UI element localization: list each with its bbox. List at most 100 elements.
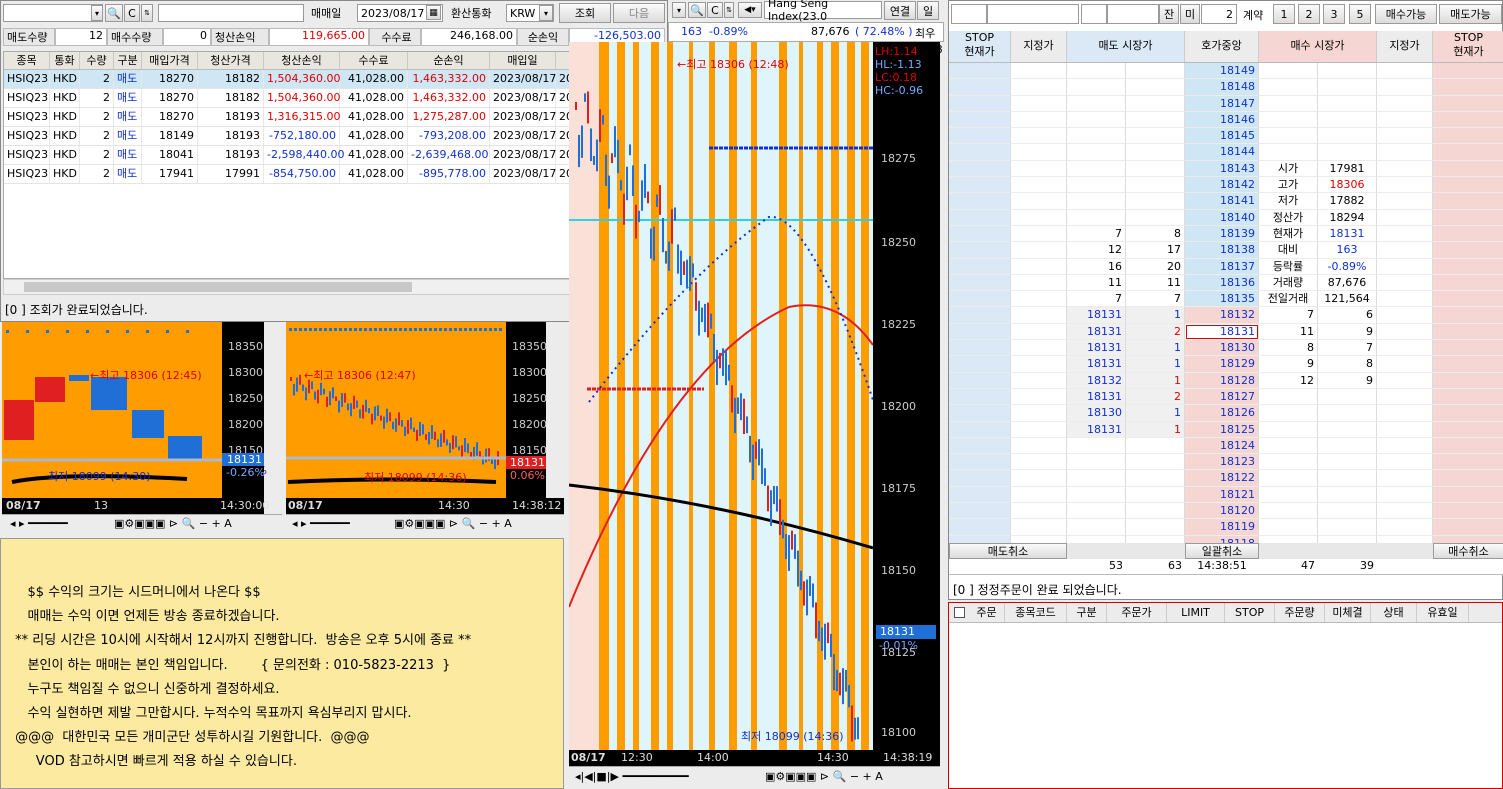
stop-right-header[interactable]: STOP 현재가 <box>1433 31 1503 62</box>
price-row[interactable]: 18147 <box>949 95 1503 112</box>
table-row[interactable]: HSIQ23 HKD 2 매도 18041 18193 -2,598,440.00 41,02… <box>4 146 648 165</box>
price-row[interactable]: 18122 <box>949 470 1503 487</box>
code-icon[interactable]: C <box>124 4 140 22</box>
orders-column-header[interactable]: 구분 <box>1067 603 1107 622</box>
select-all-checkbox[interactable] <box>949 603 969 622</box>
orders-column-header[interactable]: 미체결 <box>1325 603 1371 622</box>
buy-cancel-button[interactable]: 매수취소 <box>1433 543 1503 559</box>
sell-available-button[interactable]: 매도가능 <box>1439 4 1502 24</box>
main-toolbar[interactable]: ◂|◀|■|▶ ━━━━━━━━━━ ▣⚙▣▣▣ ⊳ 🔍 − + A <box>569 766 940 788</box>
sell-cancel-button[interactable]: 매도취소 <box>949 543 1067 559</box>
column-header[interactable]: 수량 <box>80 52 114 69</box>
symbol-name[interactable]: Hang Seng Index(23.0 <box>764 0 882 23</box>
orders-column-header[interactable]: STOP <box>1225 603 1275 622</box>
price-row[interactable]: 18121 <box>949 486 1503 504</box>
column-header[interactable]: 수수료 <box>340 52 408 69</box>
account-name[interactable] <box>987 4 1079 24</box>
dropdown-arrow-icon[interactable]: ▾ <box>672 2 686 18</box>
search-icon[interactable]: 🔍 <box>688 2 706 18</box>
quantity-stepper[interactable]: 2 <box>1201 4 1237 24</box>
column-header[interactable]: 순손익 <box>408 52 490 69</box>
price-row[interactable]: 18131 2 18127 <box>949 388 1503 406</box>
column-header[interactable]: 구분 <box>114 52 142 69</box>
sell-market-header[interactable]: 매도 시장가 <box>1067 31 1185 62</box>
balance-button[interactable]: 잔 <box>1159 4 1179 24</box>
column-header[interactable]: 매입일 <box>490 52 556 69</box>
orders-column-header[interactable]: LIMIT <box>1167 603 1225 622</box>
price-row[interactable]: 18144 <box>949 144 1503 161</box>
qty-5-button[interactable]: 5 <box>1349 4 1371 24</box>
mini1-toolbar[interactable]: ◂ ▸ ━━━━━━ ▣⚙▣▣▣ ⊳ 🔍 − + A <box>2 514 282 534</box>
orders-column-header[interactable]: 유효일 <box>1417 603 1469 622</box>
price-row[interactable]: 18123 <box>949 454 1503 471</box>
column-header[interactable]: 청산손익 <box>264 52 340 69</box>
code-icon[interactable]: C <box>707 2 723 18</box>
code-input[interactable] <box>1107 4 1159 24</box>
account-input[interactable] <box>951 4 987 24</box>
price-row[interactable]: 7 7 18135 전일거래 121,564 <box>949 291 1503 308</box>
password-input[interactable] <box>1081 4 1107 24</box>
chart-tools-icon[interactable]: ▣⚙▣▣▣ ⊳ 🔍 − + A <box>114 517 232 530</box>
chevron-down-icon[interactable]: ▾ <box>539 5 553 21</box>
table-row[interactable]: HSIQ23 HKD 2 매도 18270 18182 1,504,360.00 41,028… <box>4 89 648 108</box>
center-header[interactable]: 호가중앙 <box>1185 31 1259 62</box>
unfilled-button[interactable]: 미 <box>1180 4 1200 24</box>
table-row[interactable]: HSIQ23 HKD 2 매도 18270 18193 1,316,315.00 41,028… <box>4 108 648 127</box>
column-header[interactable]: 종목 <box>4 52 50 69</box>
price-row[interactable]: 18148 <box>949 79 1503 96</box>
price-row[interactable]: 18131 1 18129 9 8 <box>949 356 1503 373</box>
price-row[interactable]: 18130 1 18126 <box>949 405 1503 422</box>
scroll-icon[interactable]: ◂ ▸ ━━━━━━ <box>292 517 350 530</box>
qty-1-button[interactable]: 1 <box>1273 4 1295 24</box>
orders-column-header[interactable]: 종목코드 <box>1005 603 1067 622</box>
mini-chart-2[interactable]: ←최고 18306 (12:47) 최저 18099 (14:36) <box>286 322 506 498</box>
price-row[interactable]: 18131 1 18132 7 6 <box>949 307 1503 324</box>
column-header[interactable]: 통화 <box>50 52 80 69</box>
mini2-toolbar[interactable]: ◂ ▸ ━━━━━━ ▣⚙▣▣▣ ⊳ 🔍 − + A <box>286 514 564 534</box>
price-row[interactable]: 18141 저가 17882 <box>949 193 1503 210</box>
dropdown-arrow-icon[interactable]: ▾ <box>91 5 103 21</box>
name-field[interactable] <box>158 4 304 22</box>
symbol-input[interactable] <box>3 4 103 22</box>
price-row[interactable]: 18140 정산가 18294 <box>949 209 1503 226</box>
query-button[interactable]: 조회 <box>559 3 611 23</box>
price-row[interactable]: 18143 시가 17981 <box>949 160 1503 178</box>
table-row[interactable]: HSIQ23 HKD 2 매도 17941 17991 -854,750.00 41,028.… <box>4 165 648 184</box>
price-row[interactable]: 18119 <box>949 519 1503 536</box>
price-row[interactable]: 18124 <box>949 437 1503 455</box>
price-row[interactable]: 18131 2 18131 11 9 <box>949 323 1503 341</box>
buy-available-button[interactable]: 매수가능 <box>1375 4 1437 24</box>
limit-left-header[interactable]: 지정가 <box>1011 31 1067 62</box>
speaker-icon[interactable]: ◀▾ <box>738 2 762 18</box>
table-row[interactable]: HSIQ23 HKD 2 매도 18270 18182 1,504,360.00 41,028… <box>4 70 648 89</box>
mini-chart-1[interactable]: ←최고 18306 (12:45) 최저 18099 (14:30) -0.26… <box>2 322 267 498</box>
search-icon[interactable]: 🔍 <box>105 4 123 22</box>
price-row[interactable]: 18132 1 18128 12 9 <box>949 372 1503 389</box>
playback-icon[interactable]: ◂|◀|■|▶ ━━━━━━━━━━ <box>575 770 689 783</box>
orders-column-header[interactable]: 상태 <box>1371 603 1417 622</box>
price-row[interactable]: 18131 1 18130 8 7 <box>949 340 1503 357</box>
orders-column-header[interactable]: 주문가 <box>1107 603 1167 622</box>
scroll-icon[interactable]: ◂ ▸ ━━━━━━ <box>10 517 68 530</box>
table-row[interactable]: HSIQ23 HKD 2 매도 18149 18193 -752,180.00 41,028.… <box>4 127 648 146</box>
buy-market-header[interactable]: 매수 시장가 <box>1259 31 1377 62</box>
orders-column-header[interactable]: 주문 <box>969 603 1005 622</box>
limit-right-header[interactable]: 지정가 <box>1377 31 1433 62</box>
cancel-all-button[interactable]: 일괄취소 <box>1185 543 1259 559</box>
column-header[interactable]: 매입가격 <box>142 52 198 69</box>
price-row[interactable]: 18142 고가 18306 <box>949 177 1503 194</box>
price-row[interactable]: 11 11 18136 거래량 87,676 <box>949 274 1503 292</box>
orders-column-header[interactable]: 주문량 <box>1275 603 1325 622</box>
price-row[interactable]: 18145 <box>949 128 1503 145</box>
qty-2-button[interactable]: 2 <box>1298 4 1320 24</box>
stop-left-header[interactable]: STOP 현재가 <box>949 31 1011 62</box>
qty-3-button[interactable]: 3 <box>1323 4 1345 24</box>
price-row[interactable]: 18120 <box>949 503 1503 520</box>
price-row[interactable]: 7 8 18139 현재가 18131 <box>949 225 1503 243</box>
price-row[interactable]: 18149 <box>949 63 1503 80</box>
link-button[interactable]: 연결 <box>884 1 916 20</box>
main-chart[interactable]: ←최고 18306 (12:48) 최저 18099 (14:36) <box>569 42 873 750</box>
chart-tools-icon[interactable]: ▣⚙▣▣▣ ⊳ 🔍 − + A <box>394 517 512 530</box>
price-row[interactable]: 18146 <box>949 111 1503 129</box>
calendar-icon[interactable]: ▦ <box>426 5 441 20</box>
